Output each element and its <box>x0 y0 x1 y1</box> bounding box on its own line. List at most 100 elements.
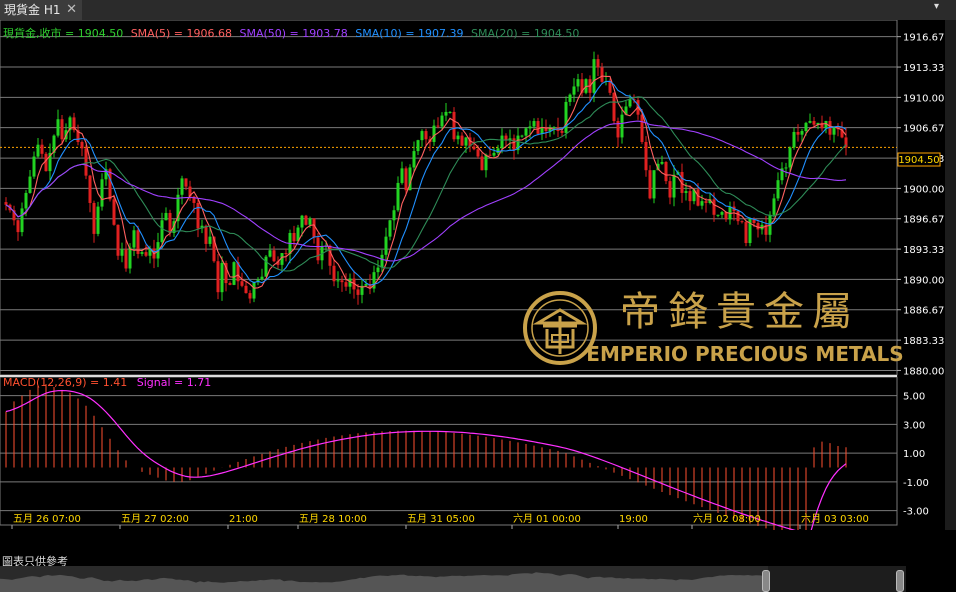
candle-body <box>808 121 812 123</box>
candle-body <box>572 86 576 95</box>
candle-body <box>784 167 788 169</box>
candle-body <box>688 191 692 202</box>
candle-body <box>420 131 424 141</box>
candle-body <box>456 135 460 140</box>
candle-body <box>792 131 796 148</box>
candle-body <box>144 252 148 256</box>
price-tick-label: 1906.67 <box>903 124 944 135</box>
candle-body <box>416 140 420 152</box>
candle-body <box>436 125 440 127</box>
tab-menu-icon[interactable]: ▾ <box>934 1 939 12</box>
candle-body <box>300 215 304 228</box>
chart-tab[interactable]: 現貨金 H1 ✕ <box>0 0 82 20</box>
candle-body <box>228 283 232 285</box>
candle-body <box>596 59 600 68</box>
candle-body <box>640 114 644 142</box>
candle-body <box>788 147 792 168</box>
candle-body <box>524 128 528 136</box>
candle-body <box>316 237 320 261</box>
candle-body <box>644 141 648 171</box>
candle-body <box>736 211 740 222</box>
candle-body <box>812 121 816 125</box>
candle-body <box>160 220 164 243</box>
close-icon[interactable]: ✕ <box>66 0 77 20</box>
candle-body <box>380 254 384 268</box>
candle-body <box>492 152 496 156</box>
time-tick-label: 19:00 <box>619 514 648 525</box>
time-tick-label: 五月 31 05:00 <box>407 513 475 525</box>
candle-body <box>112 199 116 225</box>
candle-body <box>56 119 60 136</box>
candle-body <box>336 280 340 282</box>
candle-body <box>568 94 572 102</box>
price-tick-label: 1910.00 <box>903 93 944 104</box>
tab-bar: 現貨金 H1 ✕ ▾ <box>0 0 956 20</box>
price-tick-label: 1893.33 <box>903 245 944 256</box>
candle-body <box>80 141 84 149</box>
price-tick-label: 1916.67 <box>903 33 944 44</box>
price-tick-label: 1883.33 <box>903 336 944 347</box>
candle-body <box>204 225 208 244</box>
candle-body <box>32 156 36 177</box>
candle-body <box>252 282 256 299</box>
legend-macd: MACD(12,26,9) = 1.41 <box>3 376 127 389</box>
candle-body <box>388 220 392 237</box>
candle-body <box>284 253 288 255</box>
price-chart[interactable]: 帝鋒貴金屬 EMPERIO PRECIOUS METALS 1916.67 191… <box>0 19 945 540</box>
scrollbar-left-handle[interactable] <box>762 570 770 592</box>
candle-body <box>392 210 396 221</box>
macd-tick-label: 3.00 <box>903 420 925 431</box>
candle-body <box>628 99 632 107</box>
time-tick-label: 六月 03 03:00 <box>801 513 869 525</box>
candle-body <box>576 79 580 87</box>
candle-body <box>552 127 556 129</box>
candle-body <box>620 114 624 138</box>
candle-body <box>412 151 416 168</box>
candle-body <box>520 135 524 137</box>
candle-body <box>232 262 236 285</box>
candle-body <box>528 126 532 129</box>
candle-body <box>652 170 656 199</box>
candle-body <box>464 137 468 146</box>
candle-body <box>432 125 436 142</box>
candle-body <box>36 144 40 157</box>
candle-body <box>648 170 652 199</box>
candle-body <box>560 131 564 133</box>
price-tick-label: 1886.67 <box>903 306 944 317</box>
chart-area[interactable]: 帝鋒貴金屬 EMPERIO PRECIOUS METALS 1916.67 191… <box>0 19 945 540</box>
candle-body <box>704 201 708 203</box>
candle-body <box>208 236 212 244</box>
candle-body <box>500 135 504 149</box>
candle-body <box>268 250 272 257</box>
candle-body <box>216 261 220 293</box>
chart-scrollbar[interactable] <box>0 566 906 592</box>
candle-body <box>244 285 248 294</box>
candle-body <box>472 146 476 150</box>
candle-body <box>664 162 668 182</box>
candle-body <box>776 180 780 199</box>
price-tick-label: 1913.33 <box>903 63 944 74</box>
candle-body <box>832 127 836 135</box>
candle-body <box>356 289 360 295</box>
candle-body <box>124 249 128 269</box>
candle-body <box>444 111 448 116</box>
candle-body <box>132 230 136 248</box>
candle-body <box>724 212 728 220</box>
scrollbar-right-handle[interactable] <box>896 570 904 592</box>
candle-body <box>116 224 120 256</box>
candle-body <box>668 181 672 198</box>
candle-body <box>88 175 92 203</box>
candle-body <box>128 247 132 269</box>
legend-sma5: SMA(5) = 1906.68 <box>131 27 232 40</box>
watermark-chinese: 帝鋒貴金屬 <box>620 289 860 335</box>
candle-body <box>696 189 700 206</box>
time-tick-label: 五月 27 02:00 <box>121 513 189 525</box>
scrollbar-preview <box>0 566 906 592</box>
candle-body <box>452 111 456 140</box>
time-tick-label: 六月 01 00:00 <box>513 513 581 525</box>
candle-body <box>600 67 604 82</box>
candle-body <box>712 199 716 215</box>
price-tick-label: 1880.00 <box>903 366 944 377</box>
candle-body <box>564 101 568 133</box>
time-tick-label: 六月 02 08:00 <box>693 513 761 525</box>
